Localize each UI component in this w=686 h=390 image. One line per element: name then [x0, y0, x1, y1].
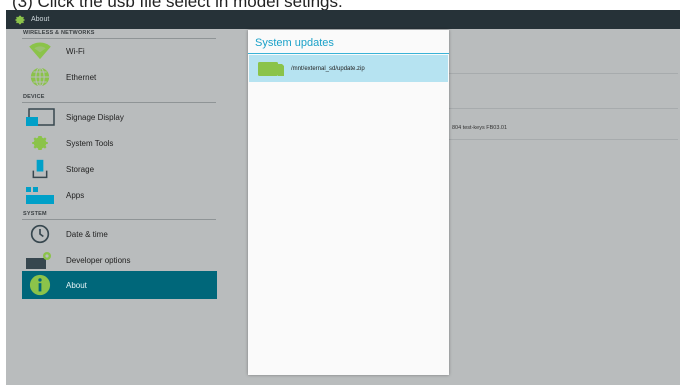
section-divider	[22, 102, 216, 103]
developer-icon	[24, 249, 56, 271]
wifi-icon	[24, 40, 56, 62]
settings-item-label: System Tools	[66, 138, 114, 148]
system-updates-dialog: System updates /mnt/external_sd/update.z…	[248, 30, 449, 375]
settings-item-label: Developer options	[66, 255, 131, 265]
settings-item-apps[interactable]: Apps	[22, 183, 218, 207]
settings-item-date-time[interactable]: Date & time	[22, 222, 218, 246]
settings-item-label: Wi-Fi	[66, 46, 85, 56]
detail-row-divider	[446, 108, 678, 109]
settings-item-wifi[interactable]: Wi-Fi	[22, 39, 218, 63]
section-header-wireless: WIRELESS & NETWORKS	[23, 30, 95, 36]
dialog-title: System updates	[255, 37, 334, 49]
gear-icon	[24, 132, 56, 154]
settings-item-system-tools[interactable]: System Tools	[22, 131, 218, 155]
settings-item-ethernet[interactable]: Ethernet	[22, 65, 218, 89]
action-bar-title: About	[31, 16, 50, 23]
settings-item-storage[interactable]: Storage	[22, 157, 218, 181]
sd-card-icon	[258, 61, 284, 76]
settings-item-label: Storage	[66, 164, 95, 174]
apps-icon	[24, 184, 56, 206]
settings-item-label: Ethernet	[66, 72, 97, 82]
action-bar: About	[6, 10, 680, 29]
dialog-title-divider	[248, 53, 449, 54]
settings-item-developer-options[interactable]: Developer options	[22, 248, 218, 272]
detail-row-divider	[446, 73, 678, 74]
detail-row-divider	[446, 139, 678, 140]
settings-item-label: About	[66, 280, 87, 290]
settings-item-label: Date & time	[66, 229, 108, 239]
settings-item-label: Signage Display	[66, 112, 124, 122]
settings-item-about[interactable]: About	[22, 271, 217, 299]
settings-item-label: Apps	[66, 190, 85, 200]
section-header-device: DEVICE	[23, 94, 45, 100]
storage-icon	[24, 158, 56, 180]
section-header-system: SYSTEM	[23, 211, 47, 217]
build-number-text: 804 test-keys FB03.01	[452, 125, 508, 131]
section-divider	[22, 219, 216, 220]
info-icon	[24, 274, 56, 296]
settings-gear-icon	[15, 15, 25, 24]
globe-icon	[24, 66, 56, 88]
file-name: /mnt/external_sd/update.zip	[291, 65, 365, 72]
clock-icon	[24, 223, 56, 245]
file-item-update-zip[interactable]: /mnt/external_sd/update.zip	[249, 55, 448, 82]
display-icon	[24, 106, 56, 128]
settings-item-signage-display[interactable]: Signage Display	[22, 105, 218, 129]
